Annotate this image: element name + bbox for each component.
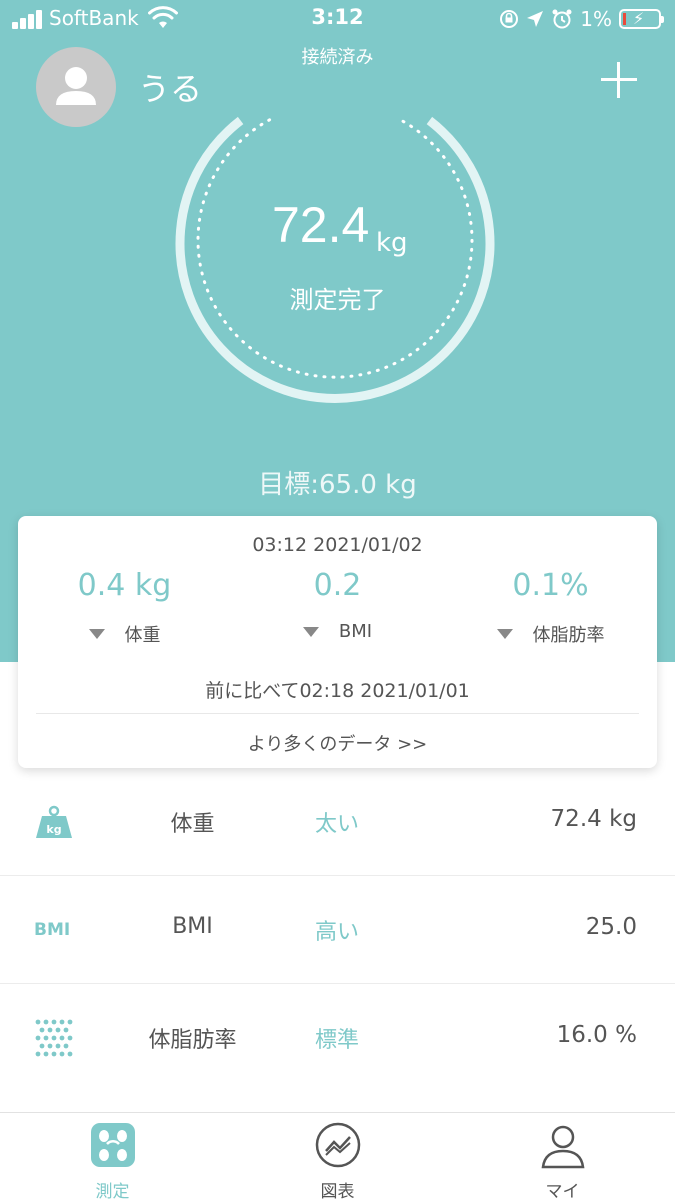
metric-value: 0.4 kg — [77, 568, 172, 603]
weight-icon-label: kg — [46, 823, 61, 836]
battery-icon: ⚡ — [619, 9, 664, 29]
card-datetime: 03:12 2021/01/02 — [252, 534, 423, 556]
status-bar: SoftBank 3:12 1% ⚡ — [0, 0, 675, 40]
metric-bmi-change: 0.2 BMI — [231, 568, 444, 642]
tab-bar: 測定 図表 マイ — [0, 1112, 675, 1200]
tab-label: 測定 — [95, 1182, 130, 1200]
weight-value: 72.4 — [272, 197, 370, 253]
metric-label: 体重 — [124, 625, 161, 646]
decrease-triangle-icon — [302, 626, 319, 637]
weight-gauge — [175, 116, 495, 403]
metric-label: BMI — [338, 621, 373, 642]
body-fat-dots-icon — [35, 1019, 73, 1057]
row-value: 72.4 kg — [550, 806, 637, 832]
avatar[interactable] — [36, 47, 116, 127]
metric-weight-change: 0.4 kg 体重 — [18, 568, 231, 647]
person-icon — [541, 1125, 585, 1169]
compare-previous: 前に比べて02:18 2021/01/01 — [205, 680, 470, 702]
decrease-triangle-icon — [496, 629, 513, 639]
measurement-status: 測定完了 — [289, 286, 386, 314]
metric-label: 体脂肪率 — [532, 625, 605, 646]
row-value: 25.0 — [585, 914, 637, 940]
card-divider — [36, 713, 639, 714]
row-status: 標準 — [315, 1028, 360, 1053]
metric-value: 0.1% — [512, 568, 589, 603]
add-icon[interactable] — [601, 62, 637, 98]
row-name: BMI — [172, 914, 213, 939]
tab-label: 図表 — [320, 1182, 355, 1200]
row-name: 体脂肪率 — [148, 1028, 237, 1053]
goal-weight[interactable]: 目標:65.0 kg — [0, 464, 675, 501]
tab-my[interactable]: マイ — [450, 1113, 675, 1200]
weight-unit: kg — [376, 228, 408, 258]
orientation-lock-icon — [500, 10, 519, 28]
decrease-triangle-icon — [88, 629, 105, 639]
row-value: 16.0 % — [556, 1022, 637, 1048]
bmi-icon: BMI — [34, 920, 71, 940]
metric-body-fat-change: 0.1% 体脂肪率 — [444, 568, 657, 647]
list-item-weight[interactable]: kg 体重 太い 72.4 kg — [0, 768, 675, 876]
status-right-group: 1% ⚡ — [499, 6, 664, 32]
row-status: 太い — [315, 812, 360, 837]
list-item-body-fat[interactable]: 体脂肪率 標準 16.0 % — [0, 984, 675, 1112]
tab-label: マイ — [545, 1182, 580, 1200]
more-data-link[interactable]: より多くのデータ >> — [18, 730, 657, 756]
tab-measure[interactable]: 測定 — [0, 1113, 225, 1200]
row-status: 高い — [315, 920, 360, 945]
tab-chart[interactable]: 図表 — [225, 1113, 450, 1200]
chart-icon — [315, 1122, 361, 1168]
location-arrow-icon — [527, 11, 544, 27]
weight-kg-icon: kg — [36, 805, 72, 838]
alarm-clock-icon — [552, 9, 572, 29]
battery-percent: 1% — [580, 7, 612, 31]
scale-icon — [91, 1123, 135, 1167]
metric-value: 0.2 — [313, 568, 362, 603]
user-silhouette-icon — [56, 67, 96, 105]
comparison-card: 03:12 2021/01/02 0.4 kg 体重 0.2 BMI 0.1% … — [18, 516, 657, 768]
row-name: 体重 — [170, 812, 215, 837]
list-item-bmi[interactable]: BMI BMI 高い 25.0 — [0, 876, 675, 984]
